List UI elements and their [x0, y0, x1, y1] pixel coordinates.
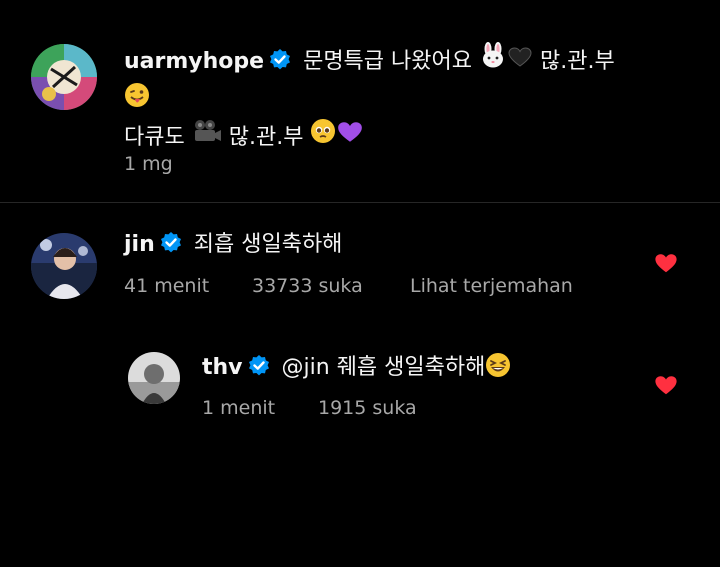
post-author-avatar[interactable]	[31, 44, 97, 110]
comment-text-jin: 죄흡 생일축하해	[193, 232, 343, 257]
black-heart-emoji	[507, 46, 533, 78]
comment-username-jin[interactable]: jin	[124, 232, 155, 257]
comment-time-thv: 1 menit	[202, 397, 276, 419]
pleading-face-emoji	[310, 118, 336, 154]
post-caption: uarmyhope 문명특급 나왔어요 많.관.부 다큐도 많.관.부	[124, 42, 684, 154]
post-timestamp: 1 mg	[124, 153, 173, 175]
comment-avatar-jin[interactable]	[31, 233, 97, 299]
see-translation-link[interactable]: Lihat terjemahan	[410, 275, 573, 297]
caption-text-1: 문명특급 나왔어요	[303, 49, 472, 74]
divider	[0, 202, 720, 203]
comment-likes-thv[interactable]: 1915 suka	[318, 397, 417, 419]
like-heart-icon[interactable]	[654, 374, 678, 396]
grinning-squinting-face-emoji	[485, 352, 511, 383]
rabbit-face-emoji	[479, 42, 507, 78]
comment-avatar-thv[interactable]	[128, 352, 180, 404]
caption-text-4: 많.관.부	[228, 125, 304, 150]
caption-text-3: 다큐도	[124, 125, 185, 150]
film-camera-emoji	[192, 118, 222, 154]
like-heart-icon[interactable]	[654, 252, 678, 274]
comment-text-thv: @jin 줴흡 생일축하해	[281, 355, 486, 380]
comment-likes-jin[interactable]: 33733 suka	[252, 275, 363, 297]
caption-text-2: 많.관.부	[540, 49, 615, 74]
winking-tongue-face-emoji	[124, 82, 150, 118]
comment-time-jin: 41 menit	[124, 275, 210, 297]
post-username[interactable]: uarmyhope	[124, 49, 264, 74]
purple-heart-emoji	[336, 120, 364, 154]
verified-badge-icon	[159, 231, 183, 264]
verified-badge-icon	[268, 48, 292, 82]
verified-badge-icon	[247, 354, 271, 387]
comment-thv: thv @jin 줴흡 생일축하해	[202, 352, 511, 387]
comment-jin: jin 죄흡 생일축하해	[124, 230, 342, 264]
comment-username-thv[interactable]: thv	[202, 355, 243, 380]
